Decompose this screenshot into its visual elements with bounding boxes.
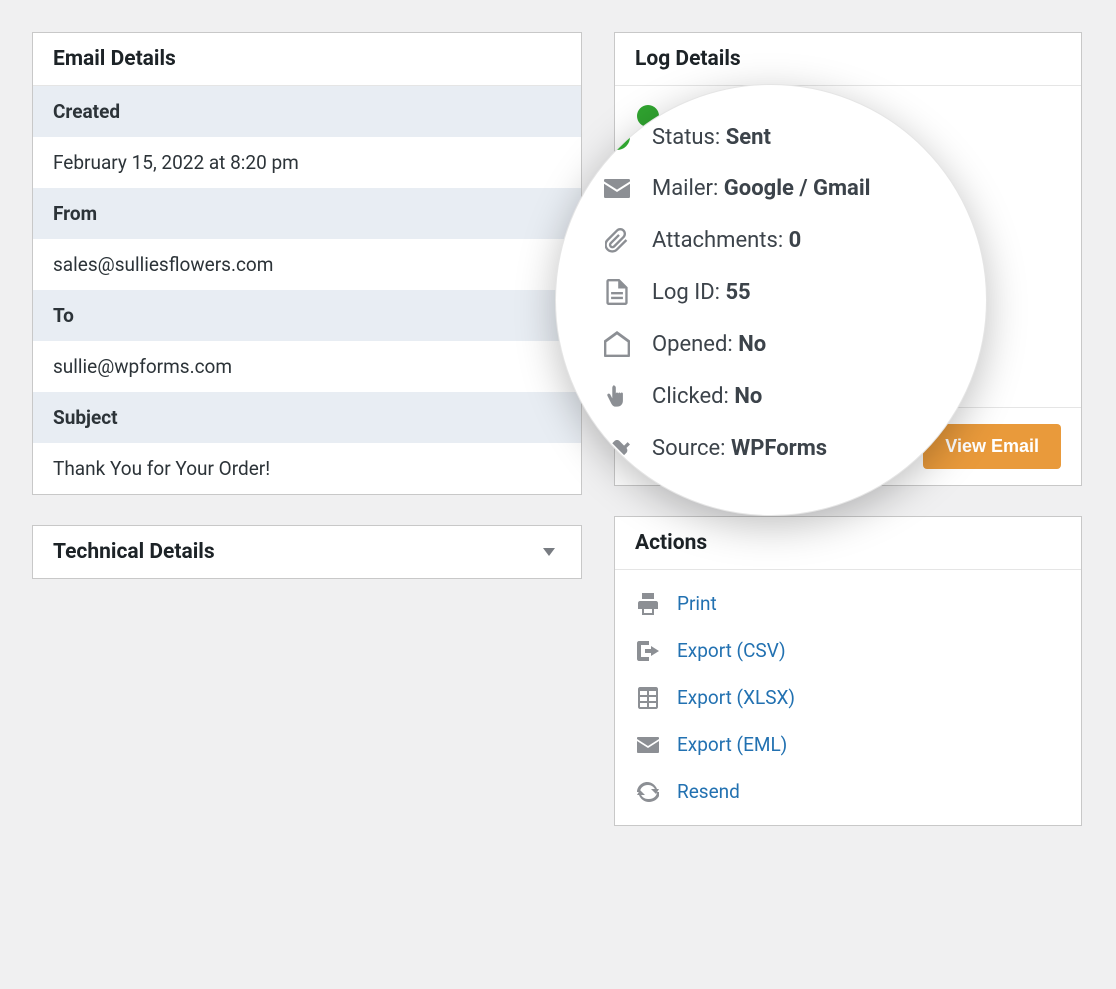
action-export-eml[interactable]: Export (EML) (615, 721, 1081, 768)
email-details-panel: Email Details Created February 15, 2022 … (32, 32, 582, 495)
technical-details-title: Technical Details (53, 540, 215, 564)
lens-mailer-row: Mailer: Google / Gmail (602, 163, 940, 214)
envelope-open-icon (602, 331, 632, 357)
lens-logid-row: Log ID: 55 (602, 266, 940, 318)
email-details-title: Email Details (33, 33, 581, 86)
lens-source-value: WPForms (731, 436, 827, 461)
print-icon (635, 593, 661, 615)
lens-logid-value: 55 (725, 280, 750, 305)
to-label: To (33, 290, 581, 341)
created-value: February 15, 2022 at 8:20 pm (33, 137, 581, 188)
actions-panel: Actions Print Export (CSV) (614, 516, 1082, 826)
export-icon (635, 641, 661, 661)
lens-logid-label: Log ID: (652, 280, 720, 305)
to-value: sullie@wpforms.com (33, 341, 581, 392)
action-export-csv-label: Export (CSV) (677, 639, 786, 662)
actions-title: Actions (615, 517, 1081, 570)
subject-label: Subject (33, 392, 581, 443)
lens-attachments-row: Attachments: 0 (602, 214, 940, 266)
status-dot-icon (604, 124, 630, 150)
lens-mailer-value: Google / Gmail (724, 176, 871, 201)
log-details-title: Log Details (615, 33, 1081, 86)
action-resend-label: Resend (677, 780, 740, 803)
chevron-down-icon (543, 548, 555, 556)
paperclip-icon (602, 227, 632, 253)
lens-opened-label: Opened: (652, 332, 733, 357)
from-value: sales@sulliesflowers.com (33, 239, 581, 290)
technical-details-panel[interactable]: Technical Details (32, 525, 582, 579)
magnifier-overlay: Status: Sent Mailer: Google / Gmail Atta… (555, 84, 987, 516)
lens-status-row: Status: Sent (602, 111, 940, 163)
lens-mailer-label: Mailer: (652, 176, 718, 201)
from-label: From (33, 188, 581, 239)
document-icon (602, 279, 632, 305)
lens-source-row: Source: WPForms (602, 422, 940, 474)
action-print[interactable]: Print (615, 580, 1081, 627)
lens-status-label: Status: (652, 125, 720, 150)
lens-clicked-value: No (734, 384, 762, 409)
mail-icon (635, 737, 661, 753)
action-resend[interactable]: Resend (615, 768, 1081, 815)
lens-opened-row: Opened: No (602, 318, 940, 370)
lens-status-value: Sent (726, 125, 771, 150)
lens-clicked-row: Clicked: No (602, 370, 940, 422)
action-print-label: Print (677, 592, 717, 615)
action-export-eml-label: Export (EML) (677, 733, 787, 756)
lens-clicked-label: Clicked: (652, 384, 729, 409)
table-icon (635, 687, 661, 709)
lens-source-label: Source: (652, 436, 726, 461)
action-export-xlsx-label: Export (XLSX) (677, 686, 795, 709)
action-export-xlsx[interactable]: Export (XLSX) (615, 674, 1081, 721)
subject-value: Thank You for Your Order! (33, 443, 581, 494)
lens-opened-value: No (738, 332, 766, 357)
refresh-icon (635, 782, 661, 802)
action-export-csv[interactable]: Export (CSV) (615, 627, 1081, 674)
plug-icon (602, 435, 632, 461)
lens-attachments-label: Attachments: (652, 228, 783, 253)
envelope-icon (602, 179, 632, 198)
created-label: Created (33, 86, 581, 137)
lens-attachments-value: 0 (789, 228, 802, 253)
pointer-icon (602, 383, 632, 409)
